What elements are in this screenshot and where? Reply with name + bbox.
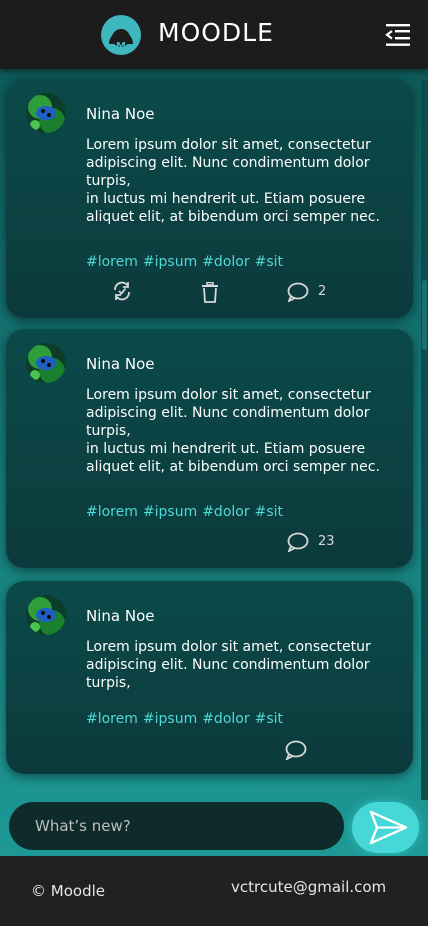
comment-icon[interactable] <box>285 740 307 764</box>
tag-link[interactable]: #lorem <box>86 711 138 727</box>
post-card: Nina Noe Lorem ipsum dolor sit amet, con… <box>6 581 413 774</box>
brand-title: MOODLE <box>158 18 274 47</box>
avatar[interactable] <box>26 595 66 635</box>
tag-list: #lorem #ipsum #dolor #sit <box>86 711 288 727</box>
tag-link[interactable]: #lorem <box>86 254 138 270</box>
moodle-logo-icon[interactable]: M <box>101 14 141 56</box>
send-button[interactable] <box>352 802 419 853</box>
tag-link[interactable]: #sit <box>255 254 283 270</box>
post-author[interactable]: Nina Noe <box>86 355 154 373</box>
post-text: Lorem ipsum dolor sit amet, consectetur … <box>86 387 380 475</box>
post-text: Lorem ipsum dolor sit amet, consectetur … <box>86 639 371 691</box>
comment-icon[interactable] <box>287 532 309 556</box>
avatar[interactable] <box>26 343 66 383</box>
tag-list: #lorem #ipsum #dolor #sit <box>86 504 288 520</box>
post-card: Nina Noe Lorem ipsum dolor sit amet, con… <box>6 329 413 568</box>
comment-icon[interactable] <box>287 282 309 306</box>
post-author[interactable]: Nina Noe <box>86 105 154 123</box>
send-icon <box>369 810 408 845</box>
app-footer: © Moodle vctrcute@gmail.com <box>0 856 428 926</box>
feed-scrollbar[interactable] <box>421 80 428 800</box>
tag-link[interactable]: #ipsum <box>143 711 197 727</box>
tag-list: #lorem #ipsum #dolor #sit <box>86 254 288 270</box>
tag-link[interactable]: #dolor <box>202 504 249 520</box>
tag-link[interactable]: #sit <box>255 504 283 520</box>
tag-link[interactable]: #dolor <box>202 711 249 727</box>
delete-icon[interactable] <box>200 281 220 308</box>
copyright-text: © Moodle <box>31 882 105 900</box>
contact-email-link[interactable]: vctrcute@gmail.com <box>231 878 386 896</box>
menu-collapse-icon[interactable] <box>384 22 412 48</box>
avatar[interactable] <box>26 93 66 133</box>
scrollbar-thumb[interactable] <box>422 280 427 350</box>
post-card: Nina Noe Lorem ipsum dolor sit amet, con… <box>6 79 413 318</box>
post-text: Lorem ipsum dolor sit amet, consectetur … <box>86 137 380 225</box>
comment-count: 23 <box>318 534 335 549</box>
svg-text:M: M <box>116 41 126 52</box>
tag-link[interactable]: #ipsum <box>143 504 197 520</box>
post-author[interactable]: Nina Noe <box>86 607 154 625</box>
post-feed: Nina Noe Lorem ipsum dolor sit amet, con… <box>0 69 420 800</box>
tag-link[interactable]: #sit <box>255 711 283 727</box>
tag-link[interactable]: #dolor <box>202 254 249 270</box>
tag-link[interactable]: #ipsum <box>143 254 197 270</box>
app-header: M MOODLE <box>0 0 428 69</box>
comment-count: 2 <box>318 284 327 299</box>
new-post-input[interactable]: What’s new? <box>9 802 344 850</box>
tag-link[interactable]: #lorem <box>86 504 138 520</box>
repost-icon[interactable] <box>111 280 133 306</box>
